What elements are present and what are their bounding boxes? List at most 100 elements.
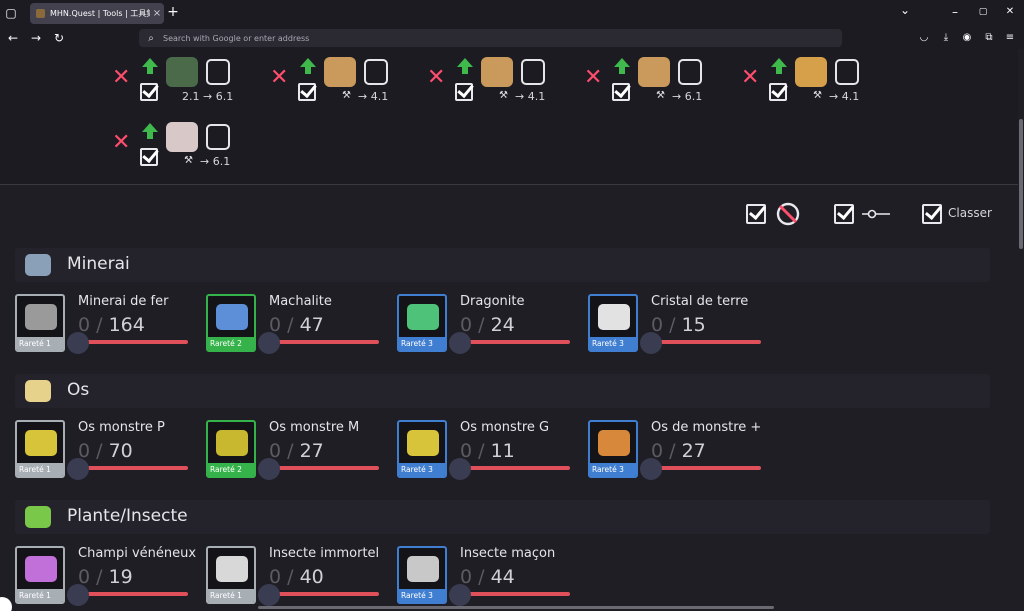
account-icon[interactable]: ◉ bbox=[961, 31, 973, 45]
progress-track[interactable] bbox=[460, 592, 570, 596]
material-item[interactable]: Rareté 1 Champi vénéneux 0 / 19 bbox=[15, 546, 196, 608]
count-total: 40 bbox=[299, 566, 324, 588]
material-item[interactable]: Rareté 2 Machalite 0 / 47 bbox=[206, 294, 386, 356]
progress-track[interactable] bbox=[78, 592, 188, 596]
progress-track[interactable] bbox=[651, 466, 761, 470]
remove-icon[interactable]: ✕ bbox=[270, 67, 288, 89]
material-name: Os monstre M bbox=[269, 420, 360, 435]
upgrade-arrow-stem bbox=[462, 67, 468, 74]
material-icon bbox=[25, 304, 57, 330]
browser-tab[interactable]: MHN.Quest | Tools | 工具集 × bbox=[30, 3, 164, 24]
reload-icon[interactable]: ↻ bbox=[52, 31, 66, 45]
progress-slider-knob[interactable] bbox=[258, 458, 280, 480]
material-thumbnail: Rareté 3 bbox=[397, 420, 447, 478]
upgrade-arrow-icon bbox=[614, 58, 630, 67]
close-window-button[interactable]: ✕ bbox=[1003, 5, 1017, 19]
menu-icon[interactable]: ≡ bbox=[1004, 31, 1016, 45]
progress-slider-knob[interactable] bbox=[258, 584, 280, 606]
remove-icon[interactable]: ✕ bbox=[741, 67, 759, 89]
rarity-badge: Rareté 1 bbox=[17, 589, 63, 602]
progress-slider-knob[interactable] bbox=[640, 458, 662, 480]
requirement-card: ✕ ⚒ → 6.1 bbox=[584, 55, 734, 115]
minimize-button[interactable]: – bbox=[948, 5, 962, 19]
requirement-checkbox[interactable] bbox=[612, 83, 630, 101]
progress-slider-knob[interactable] bbox=[449, 458, 471, 480]
remove-icon[interactable]: ✕ bbox=[112, 132, 130, 154]
progress-track[interactable] bbox=[460, 340, 570, 344]
progress-track[interactable] bbox=[460, 466, 570, 470]
material-thumbnail: Rareté 1 bbox=[206, 546, 256, 604]
progress-track[interactable] bbox=[78, 340, 188, 344]
requirement-checkbox[interactable] bbox=[769, 83, 787, 101]
remove-icon[interactable]: ✕ bbox=[584, 67, 602, 89]
extensions-icon[interactable]: ⧉ bbox=[983, 31, 995, 45]
material-icon bbox=[598, 430, 630, 456]
section-header-minerai[interactable]: Minerai bbox=[15, 248, 990, 282]
material-item[interactable]: Rareté 3 Dragonite 0 / 24 bbox=[397, 294, 577, 356]
progress-track[interactable] bbox=[269, 592, 379, 596]
search-icon: ⌕ bbox=[148, 32, 154, 44]
scrollbar-thumb[interactable] bbox=[1019, 119, 1023, 249]
progress-slider-knob[interactable] bbox=[640, 332, 662, 354]
material-item[interactable]: Rareté 3 Cristal de terre 0 / 15 bbox=[588, 294, 768, 356]
tab-bar: ▢ MHN.Quest | Tools | 工具集 × + ⌄ – ▢ ✕ bbox=[0, 0, 1024, 26]
remove-icon[interactable]: ✕ bbox=[427, 67, 445, 89]
requirement-checkbox[interactable] bbox=[298, 83, 316, 101]
forge-hammer-icon: ⚒ bbox=[184, 155, 193, 166]
progress-track[interactable] bbox=[78, 466, 188, 470]
material-item[interactable]: Rareté 1 Minerai de fer 0 / 164 bbox=[15, 294, 195, 356]
material-name: Minerai de fer bbox=[78, 294, 169, 309]
count-total: 47 bbox=[299, 314, 324, 336]
remove-icon[interactable]: ✕ bbox=[112, 67, 130, 89]
material-icon bbox=[216, 556, 248, 582]
section-icon bbox=[25, 380, 51, 402]
progress-slider-knob[interactable] bbox=[449, 332, 471, 354]
material-item[interactable]: Rareté 2 Os monstre M 0 / 27 bbox=[206, 420, 386, 482]
sort-checkbox[interactable] bbox=[922, 204, 942, 224]
requirement-checkbox[interactable] bbox=[140, 148, 158, 166]
material-item[interactable]: Rareté 3 Insecte maçon 0 / 44 bbox=[397, 546, 577, 608]
material-icon bbox=[216, 304, 248, 330]
section-icon bbox=[25, 254, 51, 276]
material-thumbnail: Rareté 3 bbox=[397, 294, 447, 352]
level-range: 2.1 → 6.1 bbox=[182, 90, 234, 103]
count-total: 164 bbox=[108, 314, 145, 336]
vertical-scrollbar[interactable] bbox=[1018, 49, 1024, 611]
material-name: Os monstre P bbox=[78, 420, 165, 435]
count-total: 27 bbox=[681, 440, 706, 462]
progress-slider-knob[interactable] bbox=[67, 458, 89, 480]
requirement-checkbox[interactable] bbox=[140, 83, 158, 101]
material-item[interactable]: Rareté 3 Os de monstre + 0 / 27 bbox=[588, 420, 768, 482]
progress-slider-knob[interactable] bbox=[258, 332, 280, 354]
requirement-checkbox[interactable] bbox=[455, 83, 473, 101]
horizontal-scrollbar[interactable] bbox=[258, 606, 774, 609]
section-header-os[interactable]: Os bbox=[15, 374, 990, 408]
section-header-plante-insecte[interactable]: Plante/Insecte bbox=[15, 500, 990, 534]
tab-list-chevron-icon[interactable]: ⌄ bbox=[898, 3, 912, 17]
progress-track[interactable] bbox=[269, 340, 379, 344]
address-bar[interactable]: ⌕ Search with Google or enter address bbox=[139, 29, 842, 47]
corner-dot bbox=[0, 597, 12, 611]
progress-slider-knob[interactable] bbox=[449, 584, 471, 606]
hide-completed-checkbox[interactable] bbox=[746, 204, 766, 224]
upgrade-arrow-icon bbox=[142, 123, 158, 132]
back-icon[interactable]: ← bbox=[6, 31, 20, 45]
material-item[interactable]: Rareté 1 Os monstre P 0 / 70 bbox=[15, 420, 195, 482]
new-tab-button[interactable]: + bbox=[166, 5, 180, 19]
progress-slider-knob[interactable] bbox=[67, 584, 89, 606]
progress-track[interactable] bbox=[651, 340, 761, 344]
tab-overview-icon[interactable]: ▢ bbox=[4, 6, 18, 20]
maximize-button[interactable]: ▢ bbox=[976, 5, 990, 19]
material-thumbnail: Rareté 1 bbox=[15, 294, 65, 352]
tab-close-icon[interactable]: × bbox=[150, 8, 164, 19]
material-item[interactable]: Rareté 3 Os monstre G 0 / 11 bbox=[397, 420, 577, 482]
progress-track[interactable] bbox=[269, 466, 379, 470]
slider-mode-checkbox[interactable] bbox=[834, 204, 854, 224]
downloads-icon[interactable]: ⤓ bbox=[940, 31, 952, 45]
material-icon bbox=[407, 556, 439, 582]
upgrade-arrow-icon bbox=[771, 58, 787, 67]
progress-slider-knob[interactable] bbox=[67, 332, 89, 354]
forward-icon[interactable]: → bbox=[29, 31, 43, 45]
pocket-icon[interactable]: ◡ bbox=[918, 31, 930, 45]
material-item[interactable]: Rareté 1 Insecte immortel 0 / 40 bbox=[206, 546, 386, 608]
